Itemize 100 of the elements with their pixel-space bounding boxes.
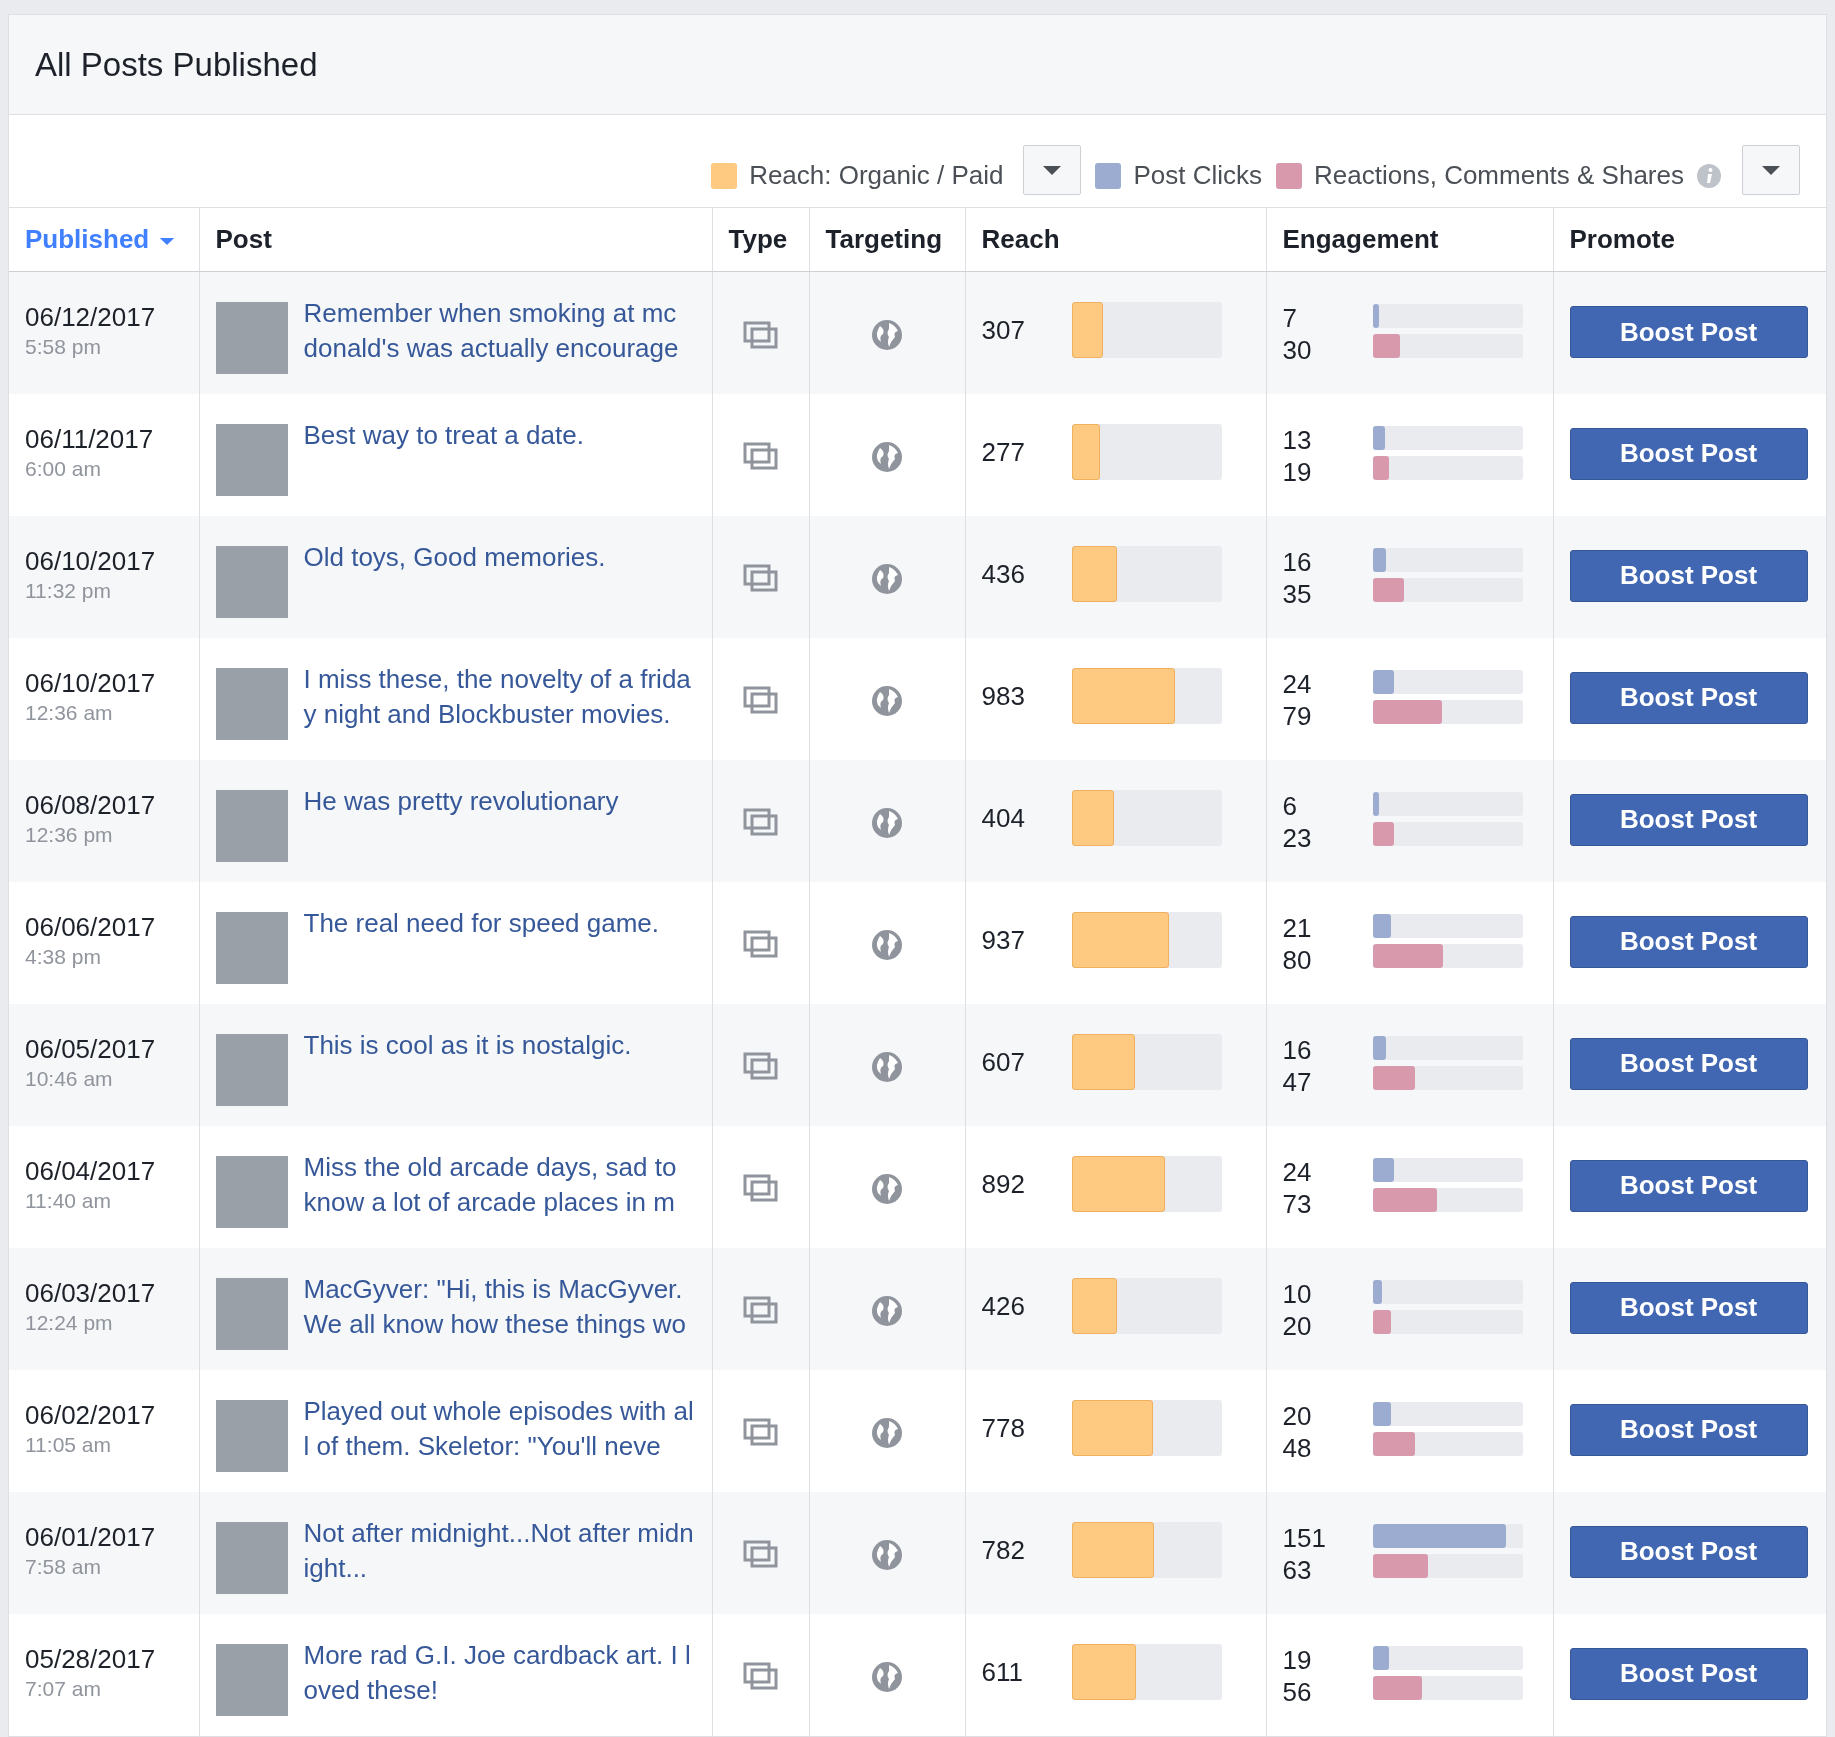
- reach-value: 611: [981, 1655, 1024, 1688]
- post-time: 4:38 pm: [25, 943, 102, 970]
- post-link[interactable]: The real need for speed game.: [303, 905, 696, 984]
- post-date: 06/10/2017: [25, 667, 157, 698]
- clicks-value: 6: [1282, 789, 1298, 822]
- dropdown-button[interactable]: [1023, 145, 1082, 195]
- clicks-value: 16: [1282, 545, 1313, 578]
- post-time: 7:07 am: [25, 1675, 102, 1702]
- globe-icon: [871, 1660, 903, 1693]
- post-time: 12:36 am: [25, 699, 114, 726]
- post-date: 06/12/2017: [25, 302, 157, 332]
- layers-icon: [742, 808, 779, 838]
- caret-down-icon: [1042, 163, 1063, 177]
- post-date: 06/01/2017: [25, 1521, 157, 1552]
- reactions-value: 63: [1282, 1553, 1313, 1586]
- post-link[interactable]: More rad G.I. Joe cardback art. I loved these!: [303, 1637, 696, 1716]
- layers-icon: [742, 1662, 779, 1692]
- post-date: 05/28/2017: [25, 1643, 157, 1674]
- clicks-value: 24: [1282, 1155, 1313, 1188]
- globe-icon: [871, 1294, 903, 1327]
- post-link[interactable]: Miss the old arcade days, sad to know a lot of arcade places in m: [303, 1149, 696, 1228]
- column-header[interactable]: Published: [25, 224, 150, 254]
- reach-value: 778: [981, 1411, 1026, 1444]
- column-header: Reach: [981, 224, 1060, 254]
- clicks-value: 13: [1282, 423, 1313, 456]
- post-time: 6:00 am: [25, 455, 102, 482]
- reactions-value: 73: [1282, 1187, 1313, 1220]
- reach-value: 436: [981, 557, 1026, 590]
- layers-icon: [742, 442, 779, 472]
- globe-icon: [871, 1416, 903, 1449]
- post-link[interactable]: Played out whole episodes with all of them. Skeletor: "You'll neve: [303, 1393, 696, 1472]
- boost-post-button[interactable]: Boost Post: [1569, 1647, 1808, 1700]
- column-header: Type: [728, 224, 788, 254]
- reactions-value: 48: [1282, 1431, 1313, 1464]
- post-date: 06/06/2017: [25, 911, 157, 942]
- post-time: 12:24 pm: [25, 1309, 114, 1336]
- column-header: Targeting: [825, 224, 943, 254]
- post-time: 10:46 am: [25, 1065, 114, 1092]
- reactions-value: 79: [1282, 699, 1313, 732]
- column-header: Post: [215, 224, 272, 254]
- post-time: 7:58 am: [25, 1553, 102, 1580]
- layers-icon: [742, 1418, 779, 1448]
- post-date: 06/05/2017: [25, 1033, 157, 1064]
- boost-post-button[interactable]: Boost Post: [1569, 1281, 1808, 1334]
- boost-post-button[interactable]: Boost Post: [1569, 671, 1808, 724]
- globe-icon: [871, 440, 903, 473]
- layers-icon: [742, 564, 779, 594]
- globe-icon: [871, 684, 903, 717]
- reach-value: 607: [981, 1045, 1026, 1078]
- post-time: 11:05 am: [25, 1431, 112, 1458]
- globe-icon: [871, 806, 903, 839]
- column-header: Promote: [1569, 224, 1675, 254]
- reach-value: 404: [981, 801, 1026, 834]
- reactions-value: 20: [1282, 1309, 1313, 1342]
- layers-icon: [742, 930, 779, 960]
- boost-post-button[interactable]: Boost Post: [1569, 915, 1808, 968]
- clicks-value: 151: [1282, 1521, 1327, 1554]
- boost-post-button[interactable]: Boost Post: [1569, 1403, 1808, 1456]
- caret-down-icon: [159, 235, 176, 247]
- clicks-value: 10: [1282, 1277, 1313, 1310]
- boost-post-button[interactable]: Boost Post: [1569, 549, 1808, 602]
- legend-label: Post Clicks: [1133, 159, 1263, 192]
- reach-value: 307: [981, 314, 1026, 346]
- reach-value: 426: [981, 1289, 1026, 1322]
- post-link[interactable]: I miss these, the novelty of a friday night and Blockbuster movies.: [303, 661, 696, 740]
- post-date: 06/08/2017: [25, 789, 157, 820]
- boost-post-button[interactable]: Boost Post: [1569, 1037, 1808, 1090]
- post-date: 06/04/2017: [25, 1155, 157, 1186]
- reactions-value: 19: [1282, 455, 1313, 488]
- layers-icon: [742, 1540, 779, 1570]
- boost-post-button[interactable]: Boost Post: [1569, 1159, 1808, 1212]
- caret-down-icon: [1761, 163, 1781, 177]
- post-date: 06/03/2017: [25, 1277, 157, 1308]
- reach-value: 937: [981, 923, 1026, 956]
- boost-post-button[interactable]: Boost Post: [1569, 1525, 1808, 1578]
- clicks-value: 19: [1282, 1643, 1313, 1676]
- dropdown-button[interactable]: [1742, 145, 1800, 195]
- layers-icon: [742, 320, 779, 350]
- globe-icon: [871, 1050, 903, 1083]
- reactions-value: 47: [1282, 1065, 1313, 1098]
- layers-icon: [742, 686, 779, 716]
- post-time: 5:58 pm: [25, 334, 102, 360]
- clicks-value: 16: [1282, 1033, 1313, 1066]
- clicks-value: 7: [1282, 302, 1298, 334]
- reactions-value: 56: [1282, 1675, 1313, 1708]
- boost-post-button[interactable]: Boost Post: [1569, 793, 1808, 846]
- post-time: 11:40 am: [25, 1187, 112, 1214]
- boost-post-button[interactable]: Boost Post: [1569, 427, 1808, 480]
- post-link[interactable]: Best way to treat a date.: [303, 417, 696, 496]
- globe-icon: [871, 1172, 903, 1205]
- reactions-value: 35: [1282, 577, 1313, 610]
- reach-value: 782: [981, 1533, 1026, 1566]
- legend-label: Reach: Organic / Paid: [749, 159, 1004, 192]
- reactions-value: 80: [1282, 943, 1313, 976]
- globe-icon: [871, 1538, 903, 1571]
- boost-post-button[interactable]: Boost Post: [1569, 306, 1808, 358]
- clicks-value: 21: [1282, 911, 1313, 944]
- layers-icon: [742, 1174, 779, 1204]
- reach-value: 892: [981, 1167, 1026, 1200]
- globe-icon: [871, 928, 903, 961]
